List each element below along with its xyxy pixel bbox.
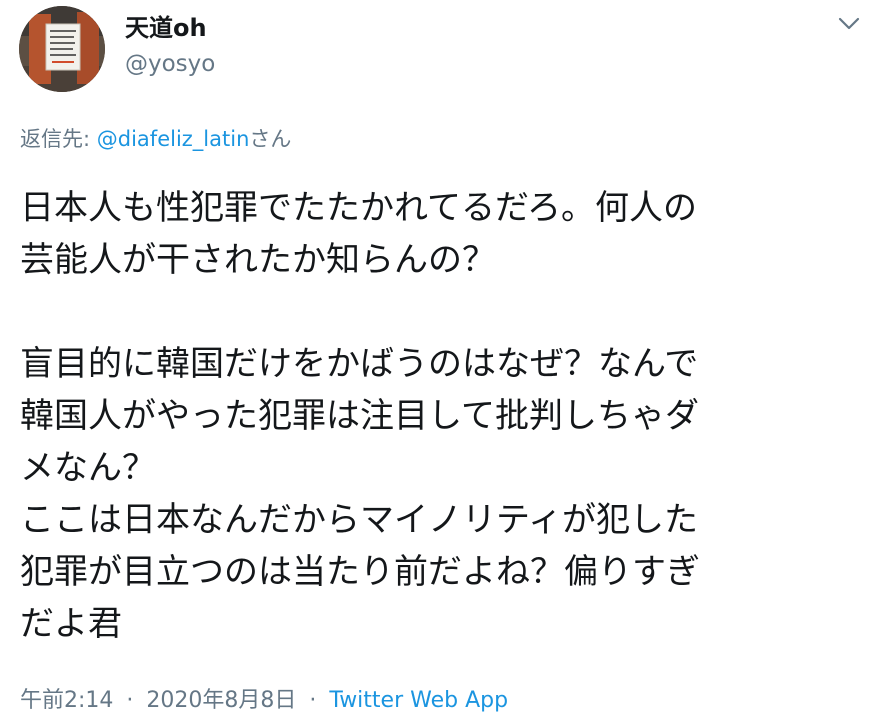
tweet-line: 犯罪が目立つのは当たり前だよね？偏りすぎ <box>20 552 700 592</box>
tweet-line: 盲目的に韓国だけをかばうのはなぜ？なんで <box>20 344 699 384</box>
user-handle[interactable]: @yosyo <box>125 49 215 79</box>
reply-context: 返信先: @diafeliz_latinさん <box>20 124 291 154</box>
tweet-timestamp[interactable]: 午前2:14 <box>20 688 113 713</box>
display-name[interactable]: 天道oh <box>125 12 207 44</box>
meta-separator: · <box>126 688 134 713</box>
tweet-source-link[interactable]: Twitter Web App <box>329 688 508 713</box>
tweet-line: 芸能人が干されたか知らんの？ <box>20 240 496 280</box>
avatar[interactable] <box>19 6 105 92</box>
meta-separator: · <box>309 688 317 713</box>
tweet-line: だよ君 <box>20 604 122 644</box>
tweet-text: 日本人も性犯罪でたたかれてるだろ。何人の 芸能人が干されたか知らんの？ 盲目的に… <box>20 182 870 650</box>
tweet-line: 日本人も性犯罪でたたかれてるだろ。何人の <box>20 188 697 228</box>
tweet-line: メなん？ <box>20 448 156 488</box>
tweet-line: 韓国人がやった犯罪は注目して批判しちゃダ <box>20 396 699 436</box>
more-options-button[interactable] <box>832 10 866 38</box>
tweet-metadata: 午前2:14 · 2020年8月8日 · Twitter Web App <box>20 686 508 716</box>
tweet-line <box>20 286 870 338</box>
chevron-down-icon <box>838 17 860 30</box>
profile-photo-icon <box>19 6 105 92</box>
reply-prefix: 返信先: <box>20 127 97 151</box>
reply-mention-link[interactable]: @diafeliz_latin <box>97 127 250 151</box>
tweet-date[interactable]: 2020年8月8日 <box>146 688 296 713</box>
tweet-line: ここは日本なんだからマイノリティが犯した <box>20 500 698 540</box>
tweet: 天道oh @yosyo 返信先: @diafeliz_latinさん 日本人も性… <box>0 0 887 719</box>
reply-suffix: さん <box>249 127 292 151</box>
